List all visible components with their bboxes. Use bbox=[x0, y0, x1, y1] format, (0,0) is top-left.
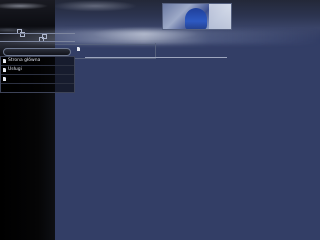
page-icon bbox=[3, 59, 6, 63]
header-photo bbox=[162, 3, 232, 30]
nav-item-home[interactable]: Strona główna bbox=[1, 57, 74, 66]
sidebar-nav: Strona główna Usługi bbox=[0, 56, 75, 93]
sidebar-search-bar[interactable] bbox=[3, 48, 71, 56]
nav-item-services[interactable]: Usługi bbox=[1, 66, 74, 75]
photo-figure bbox=[185, 8, 207, 29]
page-icon bbox=[77, 47, 80, 51]
nav-item-blank[interactable] bbox=[1, 75, 74, 84]
deco-line-top bbox=[0, 33, 75, 34]
deco-square-right-offset bbox=[42, 34, 47, 39]
page-icon bbox=[3, 68, 6, 72]
deco-line-mid bbox=[0, 41, 75, 42]
nav-item-label: Strona główna bbox=[8, 58, 41, 63]
content-divider bbox=[85, 57, 227, 58]
photo-highlight bbox=[209, 4, 231, 29]
nav-item-label: Usługi bbox=[8, 67, 22, 72]
page-icon bbox=[3, 77, 6, 81]
